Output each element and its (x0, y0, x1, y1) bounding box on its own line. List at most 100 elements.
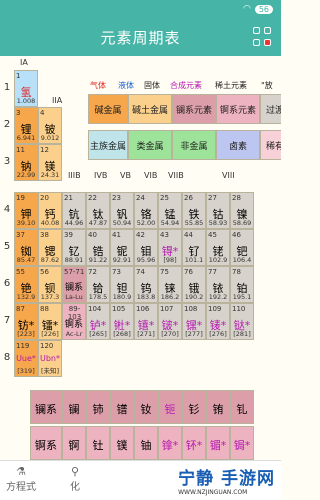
element-cell[interactable]: 19 钾 39.10 (14, 192, 38, 229)
page-title: 元素周期表 (100, 28, 181, 47)
element-cell[interactable]: 21 钪 44.96 (62, 192, 86, 229)
category-metalloid[interactable]: 类金属 (128, 130, 172, 160)
category-actinide[interactable]: 锕系元素 (216, 94, 260, 124)
category-transition[interactable]: 过渡 (260, 94, 281, 124)
element-cell[interactable]: 镎* (158, 426, 182, 460)
element-cell[interactable]: 105 𬭊* [268] (110, 303, 134, 340)
category-lanthanide[interactable]: 镧系元素 (172, 94, 216, 124)
battery-indicator: 56 (254, 4, 273, 14)
category-nonmetal[interactable]: 非金属 (172, 130, 216, 160)
element-cell[interactable]: 锔* (230, 426, 254, 460)
legend-synthetic: 合成元素 (170, 81, 202, 90)
category-halogen[interactable]: 卤素 (216, 130, 260, 160)
element-cell[interactable]: 铈 (86, 390, 110, 424)
status-bar: ◠ 56 (0, 0, 281, 18)
actinide-row-label[interactable]: 锕系 (30, 426, 62, 460)
element-cell[interactable]: 20 钙 40.08 (38, 192, 62, 229)
element-cell[interactable]: 87 钫* [223] (14, 303, 38, 340)
group-label-4: IVB (94, 171, 108, 180)
element-cell[interactable]: 23 钒 50.94 (110, 192, 134, 229)
group-label-3: IIIB (68, 171, 81, 180)
element-cell[interactable]: 26 铁 55.85 (182, 192, 206, 229)
element-cell[interactable]: 12 镁 24.31 (38, 144, 62, 181)
element-cell[interactable]: 72 铪 178.5 (86, 266, 110, 303)
category-alkaline-earth[interactable]: 碱土金属 (128, 94, 172, 124)
period-label: 2 (3, 119, 11, 130)
element-cell[interactable]: 39 钇 88.91 (62, 229, 86, 266)
group-label-5: VB (120, 171, 131, 180)
actinide-series-cell[interactable]: 89-103 锕系 Ac-Lr (62, 303, 86, 340)
period-label: 6 (3, 278, 11, 289)
element-cell[interactable]: 22 钛 47.87 (86, 192, 110, 229)
lanthanide-row-label[interactable]: 镧系 (30, 390, 62, 424)
element-cell[interactable]: 27 钴 58.93 (206, 192, 230, 229)
watermark-logo: 宁静 手游网 WWW.NZJINGUAN.COM (178, 469, 275, 496)
element-cell[interactable]: 铀 (134, 426, 158, 460)
element-cell[interactable]: 108 𬭶* [277] (182, 303, 206, 340)
element-cell[interactable]: 76 锇 190.2 (182, 266, 206, 303)
element-cell[interactable]: 11 钠 22.99 (14, 144, 38, 181)
element-cell[interactable]: 119 Uue* [319] (14, 340, 38, 377)
category-poor-metal[interactable]: 主族金属 (88, 130, 128, 160)
period-label: 7 (3, 315, 11, 326)
element-cell[interactable]: 77 铱 192.2 (206, 266, 230, 303)
lanthanide-series-cell[interactable]: 57-71 镧系 La-Lu (62, 266, 86, 303)
element-cell[interactable]: 锕 (62, 426, 86, 460)
element-cell[interactable]: 4 铍 9.012 (38, 107, 62, 144)
element-cell[interactable]: 46 钯 106.4 (230, 229, 254, 266)
element-cell[interactable]: 24 铬 52.00 (134, 192, 158, 229)
element-cell[interactable]: 铕 (206, 390, 230, 424)
element-cell[interactable]: 74 钨 183.8 (134, 266, 158, 303)
element-cell[interactable]: 75 铼 186.2 (158, 266, 182, 303)
tab-chemistry[interactable]: ⚲ 化 (70, 465, 80, 493)
element-cell[interactable]: 107 𬭛* [270] (158, 303, 182, 340)
period-label: 5 (3, 241, 11, 252)
element-cell[interactable]: 43 锝* [98] (158, 229, 182, 266)
element-cell[interactable]: 104 𬬻* [265] (86, 303, 110, 340)
element-cell[interactable]: 28 镍 58.69 (230, 192, 254, 229)
element-cell[interactable]: 88 镭* [226] (38, 303, 62, 340)
legend-rare-earth: 稀土元素 (215, 81, 247, 90)
bottom-tab-bar: ⚗ 方程式 ⚲ 化 宁静 手游网 WWW.NZJINGUAN.COM (0, 460, 281, 500)
wifi-icon: ◠ (242, 4, 251, 14)
element-cell[interactable]: 钷 (158, 390, 182, 424)
element-cell[interactable]: 钕 (134, 390, 158, 424)
element-cell[interactable]: 110 𫟼* [281] (230, 303, 254, 340)
element-cell[interactable]: 镅* (206, 426, 230, 460)
element-cell[interactable]: 120 Ubn* [未知] (38, 340, 62, 377)
element-cell[interactable]: 106 𬭳* [271] (134, 303, 158, 340)
element-cell[interactable]: 37 铷 85.47 (14, 229, 38, 266)
element-cell[interactable]: 38 锶 87.62 (38, 229, 62, 266)
element-cell[interactable]: 55 铯 132.9 (14, 266, 38, 303)
group-label-8: VIII (222, 171, 235, 180)
legend-solid: 固体 (144, 81, 160, 90)
element-cell[interactable]: 3 锂 6.941 (14, 107, 38, 144)
period-label: 1 (3, 82, 11, 93)
element-cell[interactable]: 25 锰 54.94 (158, 192, 182, 229)
element-cell[interactable]: 1 氢 1.008 (14, 70, 38, 107)
element-cell[interactable]: 45 铑 102.9 (206, 229, 230, 266)
group-label-7: VIIB (168, 171, 184, 180)
element-cell[interactable]: 44 钌 101.1 (182, 229, 206, 266)
element-cell[interactable]: 钐 (182, 390, 206, 424)
category-alkali[interactable]: 碱金属 (88, 94, 128, 124)
tab-equation[interactable]: ⚗ 方程式 (6, 465, 36, 493)
element-cell[interactable]: 40 锆 91.22 (86, 229, 110, 266)
element-cell[interactable]: 109 鿏* [276] (206, 303, 230, 340)
element-cell[interactable]: 42 钼 95.96 (134, 229, 158, 266)
element-cell[interactable]: 73 钽 180.9 (110, 266, 134, 303)
group-label-6: VIB (144, 171, 158, 180)
element-cell[interactable]: 镤 (110, 426, 134, 460)
element-cell[interactable]: 41 铌 92.91 (110, 229, 134, 266)
element-cell[interactable]: 镧 (62, 390, 86, 424)
element-cell[interactable]: 钍 (86, 426, 110, 460)
element-cell[interactable]: 钆 (230, 390, 254, 424)
element-cell[interactable]: 镨 (110, 390, 134, 424)
element-cell[interactable]: 78 铂 195.1 (230, 266, 254, 303)
period-label: 3 (3, 156, 11, 167)
periodic-table[interactable]: IA IIA 气体 液体 固体 合成元素 稀土元素 "放 碱金属 碱土金属 镧系… (0, 56, 281, 460)
element-cell[interactable]: 钚* (182, 426, 206, 460)
category-noble[interactable]: 稀有 (260, 130, 281, 160)
grid-menu-icon[interactable] (253, 27, 273, 47)
element-cell[interactable]: 56 钡 137.3 (38, 266, 62, 303)
